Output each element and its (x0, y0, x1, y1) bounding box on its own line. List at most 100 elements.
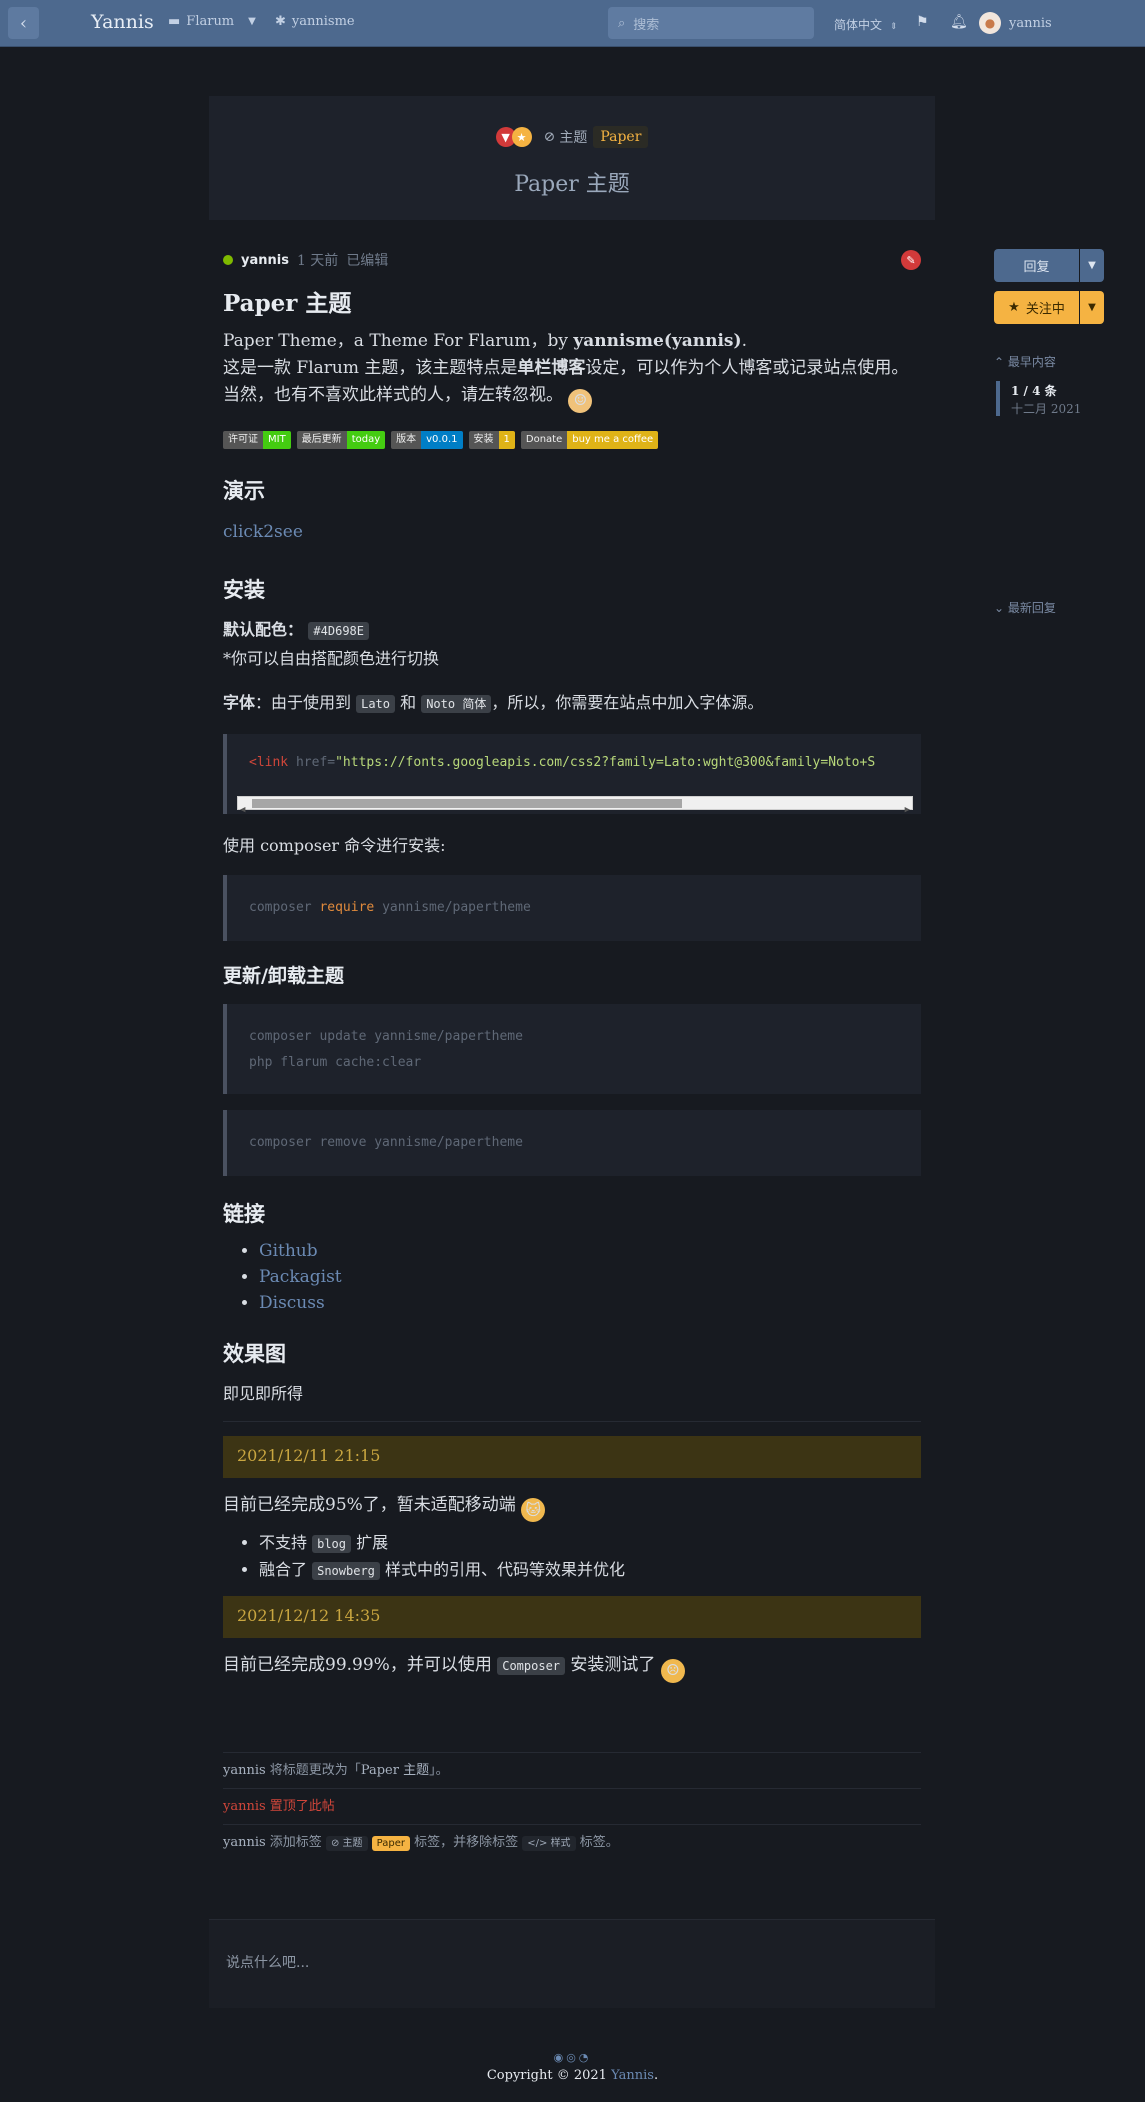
top-bar: ‹ Yannis ▬ Flarum ▼ ✱ yannisme ⌕ 搜索 简体中文… (0, 0, 1145, 47)
post-author[interactable]: yannis (241, 253, 289, 268)
demo-link[interactable]: click2see (223, 522, 303, 542)
footer-icons: ◉◎◔ (0, 2051, 1145, 2064)
wrench-icon[interactable]: ✎ (901, 250, 921, 270)
event-user[interactable]: yannis (223, 1799, 266, 1814)
shield-label: 许可证 (223, 430, 263, 449)
back-button[interactable]: ‹ (8, 7, 39, 39)
reply-placeholder[interactable]: 说点什么吧... (209, 1919, 935, 2008)
list-item: Packagist (259, 1264, 921, 1290)
copyright-text: Copyright © 2021 (486, 2068, 612, 2083)
rss-icon[interactable]: ◔ (579, 2051, 592, 2064)
font-text-1: ：由于使用到 (255, 692, 357, 712)
code-install-a: composer (249, 899, 320, 915)
event-tag-main[interactable]: ⊘ 主题 (325, 1836, 368, 1851)
link-github[interactable]: Github (259, 1241, 318, 1261)
event-end: 」。 (429, 1763, 449, 1778)
post-title: Paper 主题 (223, 290, 352, 317)
follow-dropdown-button[interactable]: ▼ (1080, 291, 1104, 324)
online-indicator (223, 255, 233, 265)
discussion-hero: ▼ ★ ⊘ 主题 Paper Paper 主题 (209, 96, 935, 220)
shield-value: today (346, 430, 386, 449)
progress-bullets: 不支持 blog 扩展 融合了 Snowberg 样式中的引用、代码等效果并优化 (223, 1530, 921, 1584)
site-brand[interactable]: Yannis (91, 11, 154, 33)
code-lt: < (249, 754, 257, 770)
caret-down-icon: ▼ (1088, 260, 1096, 271)
person-emoji-icon: ☺ (568, 388, 593, 413)
scroll-right-icon[interactable]: ▶ (905, 797, 910, 814)
event-text: 添加标签 (265, 1835, 326, 1850)
default-color-code: #4D698E (308, 621, 369, 640)
reply-button-group: 回复 ▼ (994, 249, 1104, 282)
bullet-1-a: 不支持 (259, 1533, 313, 1552)
font-label: 字体 (223, 692, 256, 712)
shield-license[interactable]: 许可证 MIT (223, 430, 291, 449)
code-remove: composer remove yannisme/papertheme (249, 1134, 523, 1150)
date-banner-1: 2021/12/11 21:15 (223, 1435, 921, 1478)
reply-dropdown-button[interactable]: ▼ (1080, 249, 1104, 282)
horizontal-scrollbar[interactable]: ◀ ▶ (237, 795, 913, 814)
event-tag-paper[interactable]: Paper (371, 1836, 410, 1851)
nav-flarum[interactable]: ▬ Flarum ▼ (168, 14, 256, 29)
copyright-period: . (653, 2068, 659, 2083)
code-block-install: composer require yannisme/papertheme (223, 874, 921, 941)
flag-icon[interactable]: ⚑ (916, 14, 929, 30)
search-input[interactable]: ⌕ 搜索 (608, 7, 814, 39)
post-time[interactable]: 1 天前 (297, 250, 338, 270)
footer-owner-link[interactable]: Yannis (611, 2068, 654, 2083)
link-packagist[interactable]: Packagist (259, 1267, 342, 1287)
heading-links: 链接 (223, 1200, 265, 1226)
scrubber-last[interactable]: ⌄ 最新回复 (994, 599, 1056, 616)
shield-updated[interactable]: 最后更新 today (296, 430, 386, 449)
language-select[interactable]: 简体中文 ⇕ (834, 16, 897, 33)
link-list: Github Packagist Discuss (223, 1238, 921, 1316)
nav-yannisme[interactable]: ✱ yannisme (275, 14, 355, 29)
shield-donate[interactable]: Donate buy me a coffee (520, 430, 659, 449)
shield-version[interactable]: 版本 v0.0.1 (391, 430, 463, 449)
intro-1-prefix: Paper Theme，a Theme For Flarum，by (223, 331, 574, 351)
post-meta: yannis 1 天前 已编辑 (223, 250, 921, 270)
user-menu[interactable]: ● yannis (979, 12, 1052, 34)
github-icon[interactable]: ◉ (554, 2051, 567, 2064)
intro-2-prefix: 这是一款 Flarum 主题，该主题特点是 (223, 358, 518, 378)
intro-3: 当然，也有不喜欢此样式的人，请左转忽视。 (223, 385, 563, 405)
progress-2: 目前已经完成99.99%，并可以使用 Composer 安装测试了 ☹ (223, 1652, 921, 1683)
shield-value: buy me a coffee (567, 430, 659, 449)
list-item: Github (259, 1238, 921, 1264)
event-posts: yannis 将标题更改为「Paper 主题」。 yannis 置顶了此帖 ya… (223, 1752, 921, 1860)
weary-emoji-icon: ☹ (660, 1658, 685, 1683)
event-text: 置顶了此帖 (265, 1799, 335, 1814)
scrubber-first[interactable]: ⌃ 最早内容 (994, 353, 1056, 370)
post-edited[interactable]: 已编辑 (346, 250, 388, 270)
install-colors: 默认配色： #4D698E *你可以自由搭配颜色进行切换 (223, 616, 921, 673)
install-fonts: 字体：由于使用到 Lato 和 Noto 简体 ，所以，你需要在站点中加入字体源。 (223, 689, 921, 718)
tag-main[interactable]: ⊘ 主题 (544, 127, 588, 147)
color-note: *你可以自由搭配颜色进行切换 (223, 648, 440, 668)
double-chevron-up-icon: ⌃ (994, 355, 1005, 369)
reply-button[interactable]: 回复 (994, 249, 1079, 282)
link-discuss[interactable]: Discuss (259, 1293, 325, 1313)
event-user[interactable]: yannis (223, 1763, 266, 1778)
scrubber-handle[interactable] (996, 381, 1000, 416)
tag-main-label: 主题 (559, 130, 588, 146)
shield-label: 版本 (391, 430, 422, 449)
list-item: 不支持 blog 扩展 (259, 1530, 921, 1557)
caret-down-icon: ▼ (248, 16, 256, 27)
chat-icon: ▬ (168, 14, 181, 29)
event-end: 标签。 (579, 1835, 619, 1850)
scrubber-date: 十二月 2021 (1011, 402, 1082, 416)
follow-label: 关注中 (1025, 302, 1065, 317)
event-user[interactable]: yannis (223, 1835, 266, 1850)
footer-copyright: Copyright © 2021 Yannis. (0, 2068, 1145, 2083)
scrollbar-thumb[interactable] (252, 798, 682, 808)
heading-screenshots: 效果图 (223, 1340, 286, 1366)
scroll-left-icon[interactable]: ◀ (240, 797, 245, 814)
dribbble-icon[interactable]: ◎ (566, 2051, 579, 2064)
event-tag-style[interactable]: </> 样式 (522, 1836, 576, 1851)
tag-paper[interactable]: Paper (593, 126, 649, 148)
bell-icon[interactable]: 🔔︎ (950, 14, 968, 30)
follow-button[interactable]: ★ 关注中 (994, 291, 1079, 324)
caret-down-icon: ▼ (1088, 302, 1096, 313)
intro-2-bold: 单栏博客 (517, 358, 586, 378)
shield-installs[interactable]: 安装 1 (468, 430, 515, 449)
code-block-remove: composer remove yannisme/papertheme (223, 1109, 921, 1176)
